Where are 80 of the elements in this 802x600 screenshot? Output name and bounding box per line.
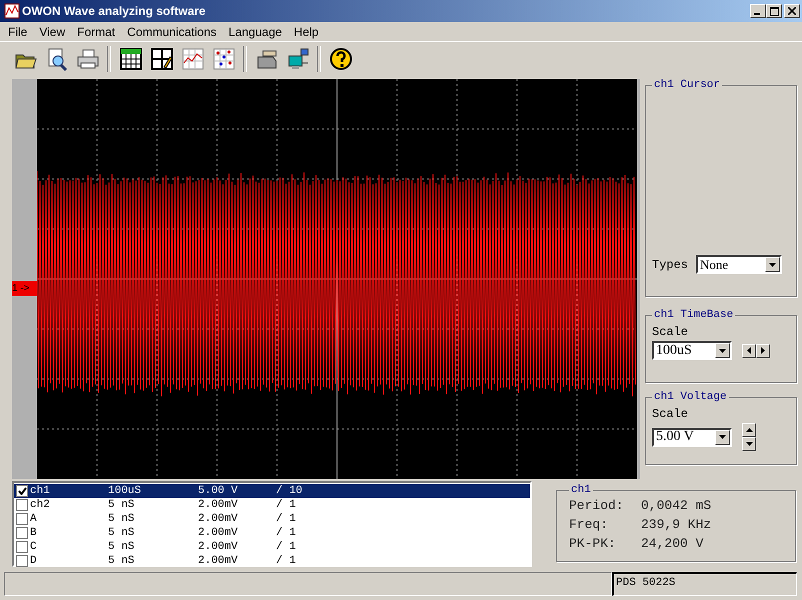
- timebase-cell-text: 5 nS: [108, 555, 136, 567]
- timebase-cell-text: 5 nS: [108, 527, 136, 539]
- menu-item[interactable]: File: [2, 24, 34, 38]
- close-icon: [788, 7, 796, 15]
- channel-row[interactable]: ch1 100uS 5.00 V / 10: [14, 484, 530, 498]
- measurement-label: Freq:: [569, 516, 610, 534]
- channel-name: B: [30, 527, 38, 539]
- types-label: Types: [652, 258, 688, 272]
- measurement-value: 0,0042 mS: [641, 497, 712, 515]
- timebase-dropdown[interactable]: 100uS: [652, 341, 732, 360]
- up-arrow-button[interactable]: [742, 423, 756, 437]
- table-button[interactable]: [117, 46, 144, 72]
- menu-item[interactable]: Communications: [121, 24, 223, 38]
- channel-row[interactable]: ch2 5 nS 2.00mV / 1: [14, 498, 530, 512]
- panel-title: ch1 Cursor: [653, 79, 722, 91]
- channel-checkbox[interactable]: [16, 541, 28, 553]
- types-dropdown[interactable]: None: [696, 255, 782, 274]
- volts-cell-text: 2.00mV: [198, 555, 239, 567]
- channel-checkbox[interactable]: [16, 513, 28, 525]
- channel-name: ch1: [30, 485, 51, 497]
- voltage-dropdown[interactable]: 5.00 V: [652, 428, 732, 446]
- probe-cell-text: / 1: [276, 541, 297, 553]
- model-status: PDS 5022S: [612, 572, 797, 596]
- up-triangle-icon: [746, 428, 752, 432]
- caret-icon: [719, 435, 726, 439]
- maximize-icon: [770, 6, 778, 16]
- probe-cell-text: / 1: [276, 499, 297, 511]
- down-arrow-button[interactable]: [742, 437, 756, 451]
- down-triangle-icon: [746, 442, 752, 446]
- measurement-value: 239,9 KHz: [641, 516, 712, 534]
- channel-name: D: [30, 555, 38, 567]
- right-triangle-icon: [761, 347, 765, 354]
- caret-icon: [719, 348, 726, 352]
- panel-title: ch1: [570, 484, 592, 496]
- right-arrow-button[interactable]: [756, 344, 770, 358]
- window-title: OWON Wave analyzing software: [22, 4, 207, 18]
- menu-item[interactable]: Help: [288, 24, 325, 38]
- volts-cell-text: 5.00 V: [198, 485, 239, 497]
- channel-name: C: [30, 541, 38, 553]
- menu-item[interactable]: Format: [71, 24, 122, 38]
- probe-cell-text: / 1: [276, 527, 297, 539]
- probe-cell-text: / 1: [276, 513, 297, 525]
- measurement-value: 24,200 V: [641, 535, 704, 553]
- timebase-cell-text: 5 nS: [108, 541, 136, 553]
- channel-name: A: [30, 513, 38, 525]
- timebase-cell-text: 5 nS: [108, 499, 136, 511]
- channel-checkbox[interactable]: [16, 555, 28, 567]
- channel-row[interactable]: D 5 nS 2.00mV / 1: [14, 554, 530, 568]
- channel-row[interactable]: A 5 nS 2.00mV / 1: [14, 512, 530, 526]
- timebase-cell-text: 100uS: [108, 485, 142, 497]
- volts-cell-text: 2.00mV: [198, 513, 239, 525]
- left-arrow-button[interactable]: [742, 344, 756, 358]
- volts-cell-text: 2.00mV: [198, 527, 239, 539]
- help-button[interactable]: [327, 46, 354, 72]
- channel-checkbox[interactable]: [16, 499, 28, 511]
- channel-row[interactable]: C 5 nS 2.00mV / 1: [14, 540, 530, 554]
- menu-item[interactable]: View: [33, 24, 72, 38]
- maximize-button[interactable]: [766, 4, 782, 18]
- channel-marker[interactable]: 1 ->: [12, 281, 37, 296]
- channel-checkbox[interactable]: [16, 527, 28, 539]
- probe-cell-text: / 10: [276, 485, 304, 497]
- app-icon: [4, 3, 20, 19]
- timebase-cell-text: 5 nS: [108, 513, 136, 525]
- volts-cell-text: 2.00mV: [198, 499, 239, 511]
- left-triangle-icon: [747, 347, 751, 354]
- channel-row[interactable]: B 5 nS 2.00mV / 1: [14, 526, 530, 540]
- panel-title: ch1 TimeBase: [653, 309, 734, 321]
- menu-item[interactable]: Language: [222, 24, 288, 38]
- probe-cell-text: / 1: [276, 555, 297, 567]
- caret-icon: [769, 262, 776, 266]
- close-button[interactable]: [784, 4, 800, 18]
- volts-cell-text: 2.00mV: [198, 541, 239, 553]
- scale-label: Scale: [652, 325, 690, 339]
- minimize-button[interactable]: [750, 4, 766, 18]
- channel-name: ch2: [30, 499, 51, 511]
- panel-title: ch1 Voltage: [653, 391, 728, 403]
- measurement-label: PK-PK:: [569, 535, 617, 553]
- grid-edit-button[interactable]: [148, 46, 175, 72]
- scale-label: Scale: [652, 407, 690, 421]
- measurement-label: Period:: [569, 497, 625, 515]
